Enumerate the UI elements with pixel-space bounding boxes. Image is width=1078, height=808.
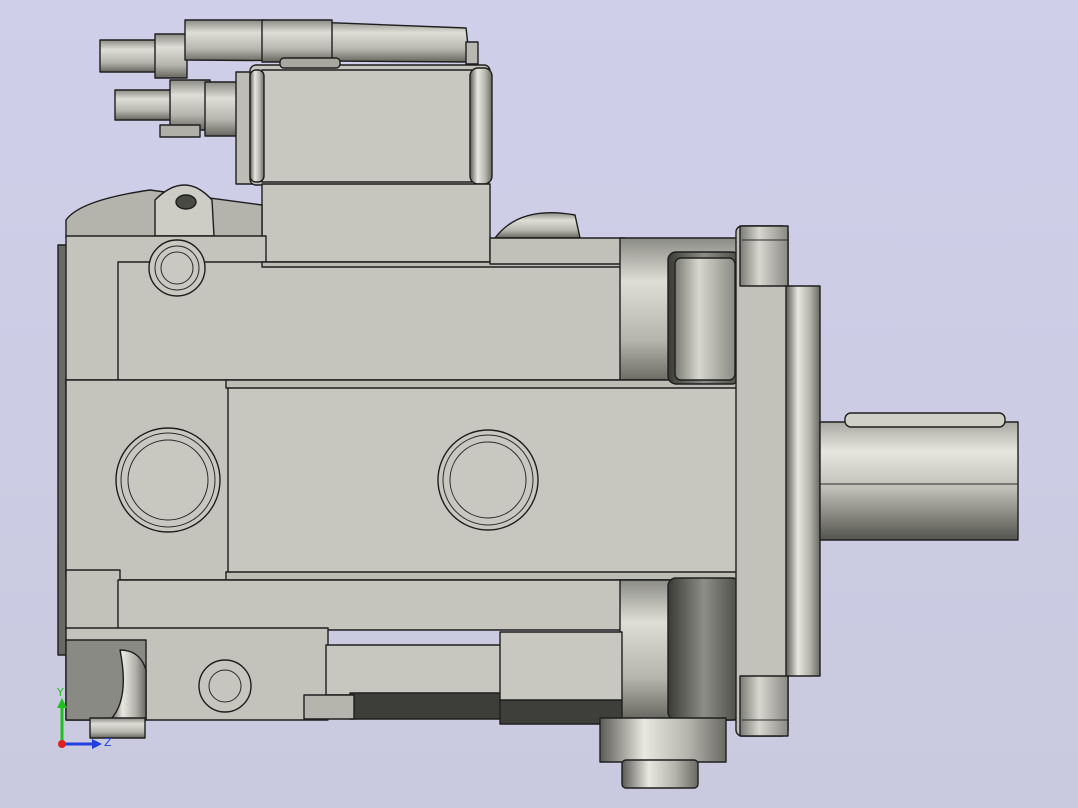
valve-block — [261, 183, 491, 265]
z-axis-label: Z — [104, 736, 112, 749]
mounting-flange — [735, 225, 821, 737]
drive-shaft — [819, 412, 1019, 541]
y-axis-head — [57, 698, 67, 708]
z-axis-head — [92, 739, 102, 749]
cad-3d-viewport[interactable]: Y Z — [0, 0, 1078, 808]
x-axis-origin — [58, 740, 66, 748]
coordinate-triad: Y Z — [56, 686, 112, 749]
pump-3d-model[interactable] — [0, 0, 1078, 808]
solenoid-assembly — [99, 19, 493, 186]
bottom-boss — [599, 717, 727, 789]
y-axis-label: Y — [56, 686, 64, 699]
drain-port-boss — [494, 212, 581, 239]
lifting-eye — [65, 184, 263, 241]
